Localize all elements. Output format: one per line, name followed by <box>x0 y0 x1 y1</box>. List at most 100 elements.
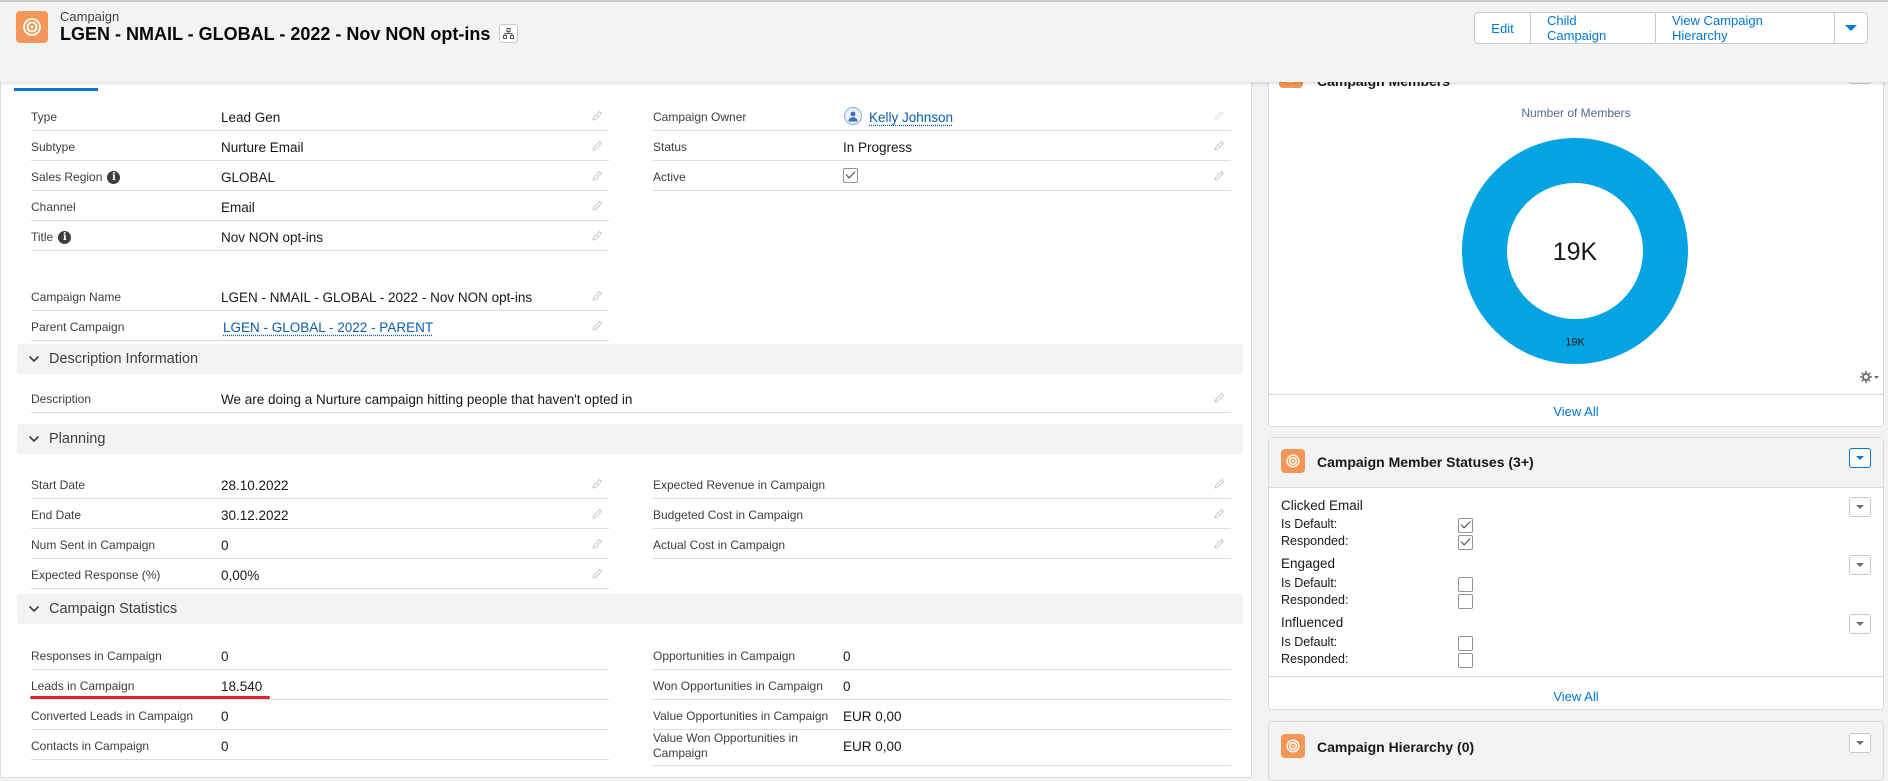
field-label-text: Title <box>31 230 53 244</box>
field-label: Description <box>31 392 91 406</box>
field-value: EUR 0,00 <box>843 739 902 754</box>
chevron-down-icon <box>27 602 41 616</box>
pencil-icon[interactable] <box>1213 538 1225 550</box>
pencil-icon[interactable] <box>591 320 603 332</box>
pencil-icon[interactable] <box>1213 170 1225 182</box>
campaign-member-statuses-card: Campaign Member Statuses (3+) Clicked Em… <box>1268 437 1884 710</box>
hierarchy-icon[interactable] <box>499 24 518 43</box>
field-label: Channel <box>31 200 76 214</box>
field-label-line: Value Won Opportunities in <box>653 731 798 746</box>
pencil-icon[interactable] <box>591 290 603 302</box>
field-channel: Channel Email <box>31 191 609 221</box>
pencil-icon[interactable] <box>591 200 603 212</box>
field-campaign-owner: Campaign Owner Kelly Johnson <box>653 101 1231 131</box>
field-label: Expected Revenue in Campaign <box>653 478 825 492</box>
chevron-down-icon <box>1855 621 1865 628</box>
avatar <box>844 107 862 125</box>
status-name: Influenced <box>1281 615 1343 630</box>
more-actions-button[interactable] <box>1834 12 1868 44</box>
card-menu-button[interactable] <box>1849 733 1871 753</box>
field-start-date: Start Date 28.10.2022 <box>31 469 609 499</box>
field-type: Type Lead Gen <box>31 101 609 131</box>
is-default-label: Is Default: <box>1281 576 1337 590</box>
pencil-icon[interactable] <box>591 508 603 520</box>
field-value: 30.12.2022 <box>221 508 289 523</box>
field-label: Actual Cost in Campaign <box>653 538 785 552</box>
view-campaign-hierarchy-button[interactable]: View Campaign Hierarchy <box>1655 12 1835 44</box>
field-label: Responses in Campaign <box>31 649 162 663</box>
status-row-menu-button[interactable] <box>1849 614 1871 634</box>
status-name: Engaged <box>1281 556 1335 571</box>
field-value: 0 <box>221 739 229 754</box>
parent-campaign-link[interactable]: LGEN - GLOBAL - 2022 - PARENT <box>223 320 433 335</box>
campaign-members-card: Campaign Members Number of Members 19K19… <box>1268 60 1884 427</box>
pencil-icon[interactable] <box>1213 392 1225 404</box>
campaign-owner-link[interactable]: Kelly Johnson <box>869 110 953 125</box>
field-description: Description We are doing a Nurture campa… <box>31 383 1231 413</box>
field-contacts: Contacts in Campaign 0 <box>31 730 609 760</box>
pencil-icon[interactable] <box>1213 508 1225 520</box>
field-parent-campaign: Parent Campaign LGEN - GLOBAL - 2022 - P… <box>31 311 609 341</box>
field-campaign-name: Campaign Name LGEN - NMAIL - GLOBAL - 20… <box>31 281 609 311</box>
pencil-icon[interactable] <box>591 478 603 490</box>
field-expected-revenue: Expected Revenue in Campaign <box>653 469 1231 499</box>
section-campaign-statistics[interactable]: Campaign Statistics <box>17 594 1243 624</box>
info-icon[interactable]: i <box>107 171 120 184</box>
chevron-down-icon <box>27 432 41 446</box>
field-label: Budgeted Cost in Campaign <box>653 508 803 522</box>
responded-label: Responded: <box>1281 593 1348 607</box>
info-icon[interactable]: i <box>58 231 71 244</box>
section-title: Description Information <box>49 351 198 367</box>
field-converted-leads: Converted Leads in Campaign 0 <box>31 700 609 730</box>
status-row-menu-button[interactable] <box>1849 555 1871 575</box>
members-view-all-link[interactable]: View All <box>1269 404 1883 419</box>
field-value: Lead Gen <box>221 110 280 125</box>
field-title: Title i Nov NON opt-ins <box>31 221 609 251</box>
is-default-label: Is Default: <box>1281 517 1337 531</box>
object-type-label: Campaign <box>60 9 119 24</box>
campaign-icon <box>1281 734 1305 758</box>
pencil-icon[interactable] <box>1213 110 1225 122</box>
chevron-down-icon <box>1844 23 1858 33</box>
section-description-information[interactable]: Description Information <box>17 344 1243 374</box>
pencil-icon[interactable] <box>591 140 603 152</box>
field-value: We are doing a Nurture campaign hitting … <box>221 392 632 407</box>
gear-icon[interactable] <box>1859 369 1879 385</box>
child-campaign-button[interactable]: Child Campaign <box>1530 12 1656 44</box>
field-value: 0 <box>221 649 229 664</box>
field-opportunities: Opportunities in Campaign 0 <box>653 640 1231 670</box>
field-label: Title i <box>31 230 71 244</box>
pencil-icon[interactable] <box>591 568 603 580</box>
field-value: 28.10.2022 <box>221 478 289 493</box>
pencil-icon[interactable] <box>1213 478 1225 490</box>
pencil-icon[interactable] <box>591 538 603 550</box>
field-status: Status In Progress <box>653 131 1231 161</box>
field-value: 0 <box>221 538 229 553</box>
field-value: 0 <box>221 709 229 724</box>
field-label: Sales Region i <box>31 170 120 184</box>
field-expected-response: Expected Response (%) 0,00% <box>31 559 609 589</box>
is-default-checkbox <box>1458 577 1473 592</box>
section-planning[interactable]: Planning <box>17 424 1243 454</box>
chevron-down-icon <box>1855 455 1865 462</box>
members-donut-chart: 19K19K <box>1455 131 1695 371</box>
statuses-view-all-link[interactable]: View All <box>1269 689 1883 704</box>
campaign-icon <box>1281 449 1305 473</box>
pencil-icon[interactable] <box>591 230 603 242</box>
pencil-icon[interactable] <box>591 110 603 122</box>
field-value-won-opportunities: Value Won Opportunities in Campaign EUR … <box>653 730 1231 766</box>
field-won-opportunities: Won Opportunities in Campaign 0 <box>653 670 1231 700</box>
page-title: LGEN - NMAIL - GLOBAL - 2022 - Nov NON o… <box>60 24 490 45</box>
pencil-icon[interactable] <box>591 170 603 182</box>
edit-button[interactable]: Edit <box>1474 12 1531 44</box>
pencil-icon[interactable] <box>1213 140 1225 152</box>
donut-center-label: 19K <box>1553 238 1598 266</box>
field-label: Num Sent in Campaign <box>31 538 155 552</box>
status-row-menu-button[interactable] <box>1849 497 1871 517</box>
field-budgeted-cost: Budgeted Cost in Campaign <box>653 499 1231 529</box>
card-divider <box>1269 676 1883 677</box>
field-label: Value Won Opportunities in Campaign <box>653 731 798 761</box>
field-label: Value Opportunities in Campaign <box>653 709 828 723</box>
field-value: In Progress <box>843 140 912 155</box>
card-menu-button[interactable] <box>1849 448 1871 468</box>
